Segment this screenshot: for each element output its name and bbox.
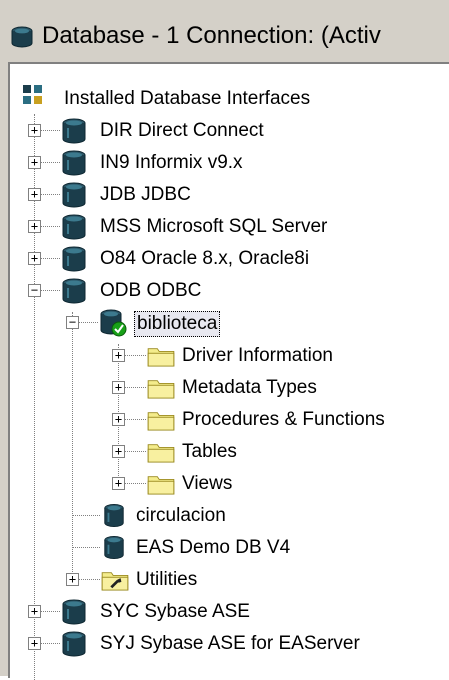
tree-profile-label: circulacion: [136, 505, 226, 526]
database-icon: [62, 150, 86, 176]
tree-folder-label: Driver Information: [182, 345, 333, 366]
database-icon: [11, 26, 33, 48]
tree-item-label: JDB JDBC: [100, 184, 191, 205]
tree-connector: [72, 312, 73, 582]
expand-button[interactable]: +: [66, 573, 79, 586]
folder-icon: [147, 348, 175, 367]
database-profile-icon: [104, 503, 124, 528]
window-title-bar[interactable]: Database - 1 Connection: (Activ: [0, 0, 449, 63]
expand-button[interactable]: +: [112, 381, 125, 394]
tree-folder-label: Tables: [182, 441, 237, 462]
expand-button[interactable]: +: [28, 220, 41, 233]
expand-button[interactable]: +: [28, 637, 41, 650]
tree-item-label: SYJ Sybase ASE for EAServer: [100, 633, 360, 654]
database-icon: [62, 278, 86, 304]
database-icon: [62, 631, 86, 657]
folder-icon: [147, 444, 175, 463]
tree-profile-label: biblioteca: [134, 311, 221, 337]
tree-item-label: O84 Oracle 8.x, Oracle8i: [100, 248, 310, 269]
tree-utilities-label: Utilities: [136, 569, 198, 590]
database-icon: [62, 182, 86, 208]
tree-connector: [72, 547, 100, 548]
tree-root-label: Installed Database Interfaces: [64, 88, 311, 109]
expand-button[interactable]: +: [112, 477, 125, 490]
expand-button[interactable]: +: [28, 156, 41, 169]
window-title: Database - 1 Connection: (Activ: [42, 22, 381, 49]
tree-item-label: DIR Direct Connect: [100, 120, 264, 141]
tree-item-label: IN9 Informix v9.x: [100, 152, 243, 173]
database-icon: [62, 599, 86, 625]
tree-item-label: MSS Microsoft SQL Server: [100, 216, 328, 237]
database-icon: [62, 246, 86, 272]
tree-item-label: SYC Sybase ASE: [100, 601, 250, 622]
database-icon: [62, 118, 86, 144]
expand-button[interactable]: +: [28, 124, 41, 137]
expand-button[interactable]: +: [112, 349, 125, 362]
database-tree-panel[interactable]: Installed Database Interfaces + DIR Dire…: [8, 62, 449, 680]
tree-item-label: ODB ODBC: [100, 280, 202, 301]
database-grid-icon: [23, 85, 42, 104]
expand-button[interactable]: +: [112, 413, 125, 426]
expand-button[interactable]: +: [28, 252, 41, 265]
database-icon: [62, 214, 86, 240]
tree-connector: [72, 515, 100, 516]
folder-icon: [147, 412, 175, 431]
expand-button[interactable]: +: [112, 445, 125, 458]
database-profile-icon: [104, 535, 124, 560]
collapse-button[interactable]: −: [66, 316, 79, 329]
expand-button[interactable]: +: [28, 188, 41, 201]
folder-icon: [147, 380, 175, 399]
tree-profile-label: EAS Demo DB V4: [136, 537, 291, 558]
utilities-folder-icon: [101, 572, 129, 591]
tree-folder-label: Metadata Types: [182, 377, 317, 398]
tree-folder-label: Views: [182, 473, 233, 494]
connected-database-icon: [100, 309, 127, 337]
folder-icon: [147, 476, 175, 495]
left-gutter: [0, 0, 8, 676]
expand-button[interactable]: +: [28, 605, 41, 618]
collapse-button[interactable]: −: [28, 284, 41, 297]
tree-folder-label: Procedures & Functions: [182, 409, 385, 430]
